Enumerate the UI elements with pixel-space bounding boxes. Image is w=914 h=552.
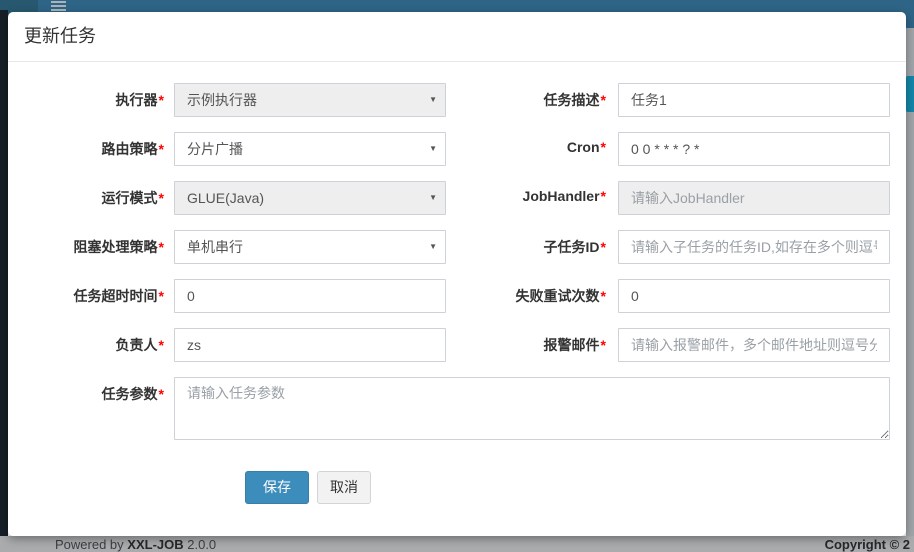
child-jobid-label: 子任务ID* <box>454 230 606 264</box>
timeout-input[interactable] <box>174 279 446 313</box>
modal-header: 更新任务 <box>8 12 906 62</box>
cancel-button[interactable]: 取消 <box>317 471 371 504</box>
required-mark: * <box>601 337 606 353</box>
cron-label: Cron* <box>454 132 606 166</box>
executor-label: 执行器* <box>24 83 164 117</box>
required-mark: * <box>159 141 164 157</box>
block-strategy-select-value: 单机串行 <box>187 237 243 257</box>
route-strategy-select[interactable]: 分片广播 ▼ <box>174 132 446 166</box>
author-input[interactable] <box>174 328 446 362</box>
required-mark: * <box>601 92 606 108</box>
executor-select: 示例执行器 ▼ <box>174 83 446 117</box>
job-param-label: 任务参数* <box>24 377 164 443</box>
modal-title: 更新任务 <box>24 26 890 46</box>
required-mark: * <box>601 188 606 204</box>
glue-type-select-value: GLUE(Java) <box>187 190 264 206</box>
alarm-email-label: 报警邮件* <box>454 328 606 362</box>
page-footer: Powered by XXL-JOB 2.0.0 Copyright © 2 <box>0 536 914 552</box>
modal-body: 执行器* 示例执行器 ▼ 任务描述* 路由策略* 分片广播 ▼ Cron* <box>8 62 906 504</box>
required-mark: * <box>159 288 164 304</box>
update-job-modal: 更新任务 执行器* 示例执行器 ▼ 任务描述* 路由策略* 分片广播 ▼ <box>8 12 906 536</box>
required-mark: * <box>159 239 164 255</box>
required-mark: * <box>601 288 606 304</box>
required-mark: * <box>159 337 164 353</box>
form-row: 执行器* 示例执行器 ▼ 任务描述* <box>24 83 890 117</box>
required-mark: * <box>601 139 606 155</box>
executor-select-value: 示例执行器 <box>187 90 257 110</box>
form-row: 任务参数* <box>24 377 890 443</box>
timeout-label: 任务超时时间* <box>24 279 164 313</box>
required-mark: * <box>601 239 606 255</box>
dropdown-arrow-icon: ▼ <box>429 193 437 203</box>
glue-type-select: GLUE(Java) ▼ <box>174 181 446 215</box>
block-strategy-select[interactable]: 单机串行 ▼ <box>174 230 446 264</box>
background-sidebar-strip <box>0 10 8 536</box>
dropdown-arrow-icon: ▼ <box>429 242 437 252</box>
job-param-textarea[interactable] <box>174 377 890 440</box>
form-row: 任务超时时间* 失败重试次数* <box>24 279 890 313</box>
copyright-text: Copyright © 2 <box>825 537 910 552</box>
dropdown-arrow-icon: ▼ <box>429 144 437 154</box>
form-row: 负责人* 报警邮件* <box>24 328 890 362</box>
cron-input[interactable] <box>618 132 890 166</box>
dropdown-arrow-icon: ▼ <box>429 95 437 105</box>
route-strategy-label: 路由策略* <box>24 132 164 166</box>
fail-retry-input[interactable] <box>618 279 890 313</box>
fail-retry-label: 失败重试次数* <box>454 279 606 313</box>
route-strategy-select-value: 分片广播 <box>187 139 243 159</box>
job-desc-input[interactable] <box>618 83 890 117</box>
save-button[interactable]: 保存 <box>245 471 309 504</box>
child-jobid-input[interactable] <box>618 230 890 264</box>
alarm-email-input[interactable] <box>618 328 890 362</box>
job-handler-input <box>618 181 890 215</box>
required-mark: * <box>159 190 164 206</box>
block-strategy-label: 阻塞处理策略* <box>24 230 164 264</box>
job-handler-label: JobHandler* <box>454 181 606 215</box>
form-row: 运行模式* GLUE(Java) ▼ JobHandler* <box>24 181 890 215</box>
background-button-fragment <box>906 76 914 112</box>
modal-actions: 保存 取消 <box>245 471 890 504</box>
form-row: 路由策略* 分片广播 ▼ Cron* <box>24 132 890 166</box>
brand-text: XXL-JOB <box>127 537 183 552</box>
required-mark: * <box>159 92 164 108</box>
required-mark: * <box>159 386 164 402</box>
author-label: 负责人* <box>24 328 164 362</box>
job-desc-label: 任务描述* <box>454 83 606 117</box>
form-row: 阻塞处理策略* 单机串行 ▼ 子任务ID* <box>24 230 890 264</box>
glue-type-label: 运行模式* <box>24 181 164 215</box>
powered-by-text: Powered by XXL-JOB 2.0.0 <box>55 537 216 552</box>
